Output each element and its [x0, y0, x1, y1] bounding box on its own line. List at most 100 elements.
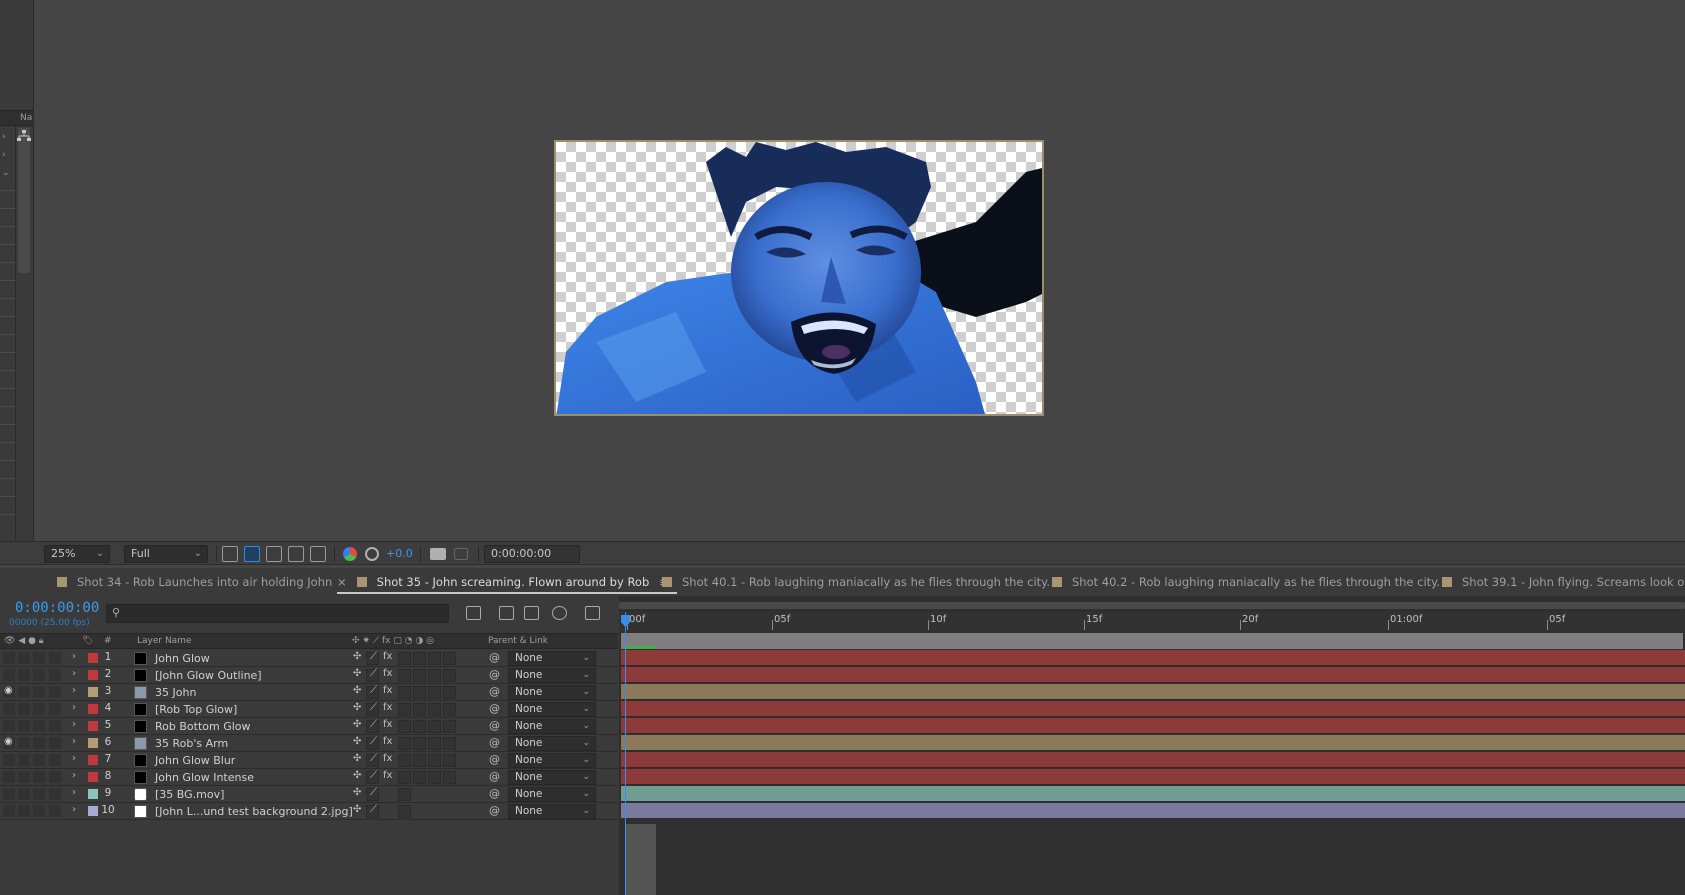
magnification-dropdown[interactable]: 25% ⌄: [44, 545, 110, 563]
effects-switch[interactable]: fx: [383, 753, 392, 764]
quality-switch-icon[interactable]: ⟋: [370, 719, 377, 730]
video-switch[interactable]: [3, 771, 15, 783]
3d-layer-switch[interactable]: [443, 652, 456, 665]
tab-shot-40-1[interactable]: Shot 40.1 - Rob laughing maniacally as h…: [662, 568, 1050, 596]
chevron-right-icon[interactable]: ›: [72, 702, 76, 713]
audio-switch[interactable]: [18, 669, 30, 681]
parent-dropdown[interactable]: None ⌄: [508, 702, 596, 717]
3d-layer-switch[interactable]: [443, 703, 456, 716]
frame-blend-switch[interactable]: [398, 703, 411, 716]
composition-viewer[interactable]: [554, 140, 1044, 416]
quality-switch-icon[interactable]: ⟋: [370, 702, 377, 713]
layer-label-color[interactable]: [88, 670, 98, 680]
shy-switch-icon[interactable]: ✣: [353, 685, 361, 696]
effects-switch[interactable]: fx: [383, 651, 392, 662]
layer-duration-bar[interactable]: [621, 667, 1685, 683]
audio-switch[interactable]: [18, 720, 30, 732]
layer-name[interactable]: [Rob Top Glow]: [155, 703, 237, 716]
layer-name[interactable]: [John L...und test background 2.jpg]: [155, 805, 353, 818]
lock-switch[interactable]: [49, 703, 61, 715]
solo-switch[interactable]: [33, 771, 45, 783]
layer-duration-bar[interactable]: [621, 786, 1685, 802]
lock-switch[interactable]: [49, 720, 61, 732]
flowchart-icon[interactable]: [17, 130, 31, 142]
lock-switch[interactable]: [49, 652, 61, 664]
eye-icon[interactable]: ◉: [4, 736, 13, 747]
layer-search-input[interactable]: ⚲: [106, 604, 449, 623]
solo-switch[interactable]: [33, 754, 45, 766]
chevron-right-icon[interactable]: ›: [2, 150, 6, 160]
layer-duration-bar[interactable]: [621, 735, 1685, 751]
audio-switch[interactable]: [18, 805, 30, 817]
close-icon[interactable]: ×: [337, 575, 347, 589]
lock-switch[interactable]: [49, 669, 61, 681]
parent-dropdown[interactable]: None ⌄: [508, 719, 596, 734]
audio-switch[interactable]: [18, 686, 30, 698]
reset-exposure-icon[interactable]: [365, 547, 379, 561]
playhead-line[interactable]: [625, 612, 626, 895]
layer-name[interactable]: [35 BG.mov]: [155, 788, 224, 801]
resolution-dropdown[interactable]: Full ⌄: [124, 545, 208, 563]
layer-label-color[interactable]: [88, 789, 98, 799]
pick-whip-icon[interactable]: @: [489, 651, 500, 664]
lock-switch[interactable]: [49, 737, 61, 749]
shy-switch-icon[interactable]: ✣: [353, 651, 361, 662]
layer-row[interactable]: › 1 John Glow ✣ ⟋ fx @ None ⌄: [0, 650, 618, 667]
layer-label-color[interactable]: [88, 721, 98, 731]
3d-layer-switch[interactable]: [443, 686, 456, 699]
chevron-right-icon[interactable]: ›: [72, 753, 76, 764]
effects-switch[interactable]: fx: [383, 668, 392, 679]
layer-row[interactable]: › 4 [Rob Top Glow] ✣ ⟋ fx @ None ⌄: [0, 701, 618, 718]
parent-dropdown[interactable]: None ⌄: [508, 685, 596, 700]
video-switch[interactable]: [3, 703, 15, 715]
3d-layer-switch[interactable]: [443, 737, 456, 750]
video-switch[interactable]: [3, 805, 15, 817]
quality-switch-icon[interactable]: ⟋: [370, 668, 377, 679]
lock-switch[interactable]: [49, 771, 61, 783]
mask-visibility-icon[interactable]: [266, 546, 282, 562]
solo-switch[interactable]: [33, 669, 45, 681]
lock-switch[interactable]: [49, 754, 61, 766]
layer-label-color[interactable]: [88, 704, 98, 714]
frame-blend-switch[interactable]: [398, 754, 411, 767]
layer-label-color[interactable]: [88, 738, 98, 748]
layer-name[interactable]: [John Glow Outline]: [155, 669, 262, 682]
pick-whip-icon[interactable]: @: [489, 787, 500, 800]
hide-shy-layers-icon[interactable]: [524, 606, 539, 620]
solo-switch[interactable]: [33, 703, 45, 715]
shy-switch-icon[interactable]: ✣: [353, 787, 361, 798]
solo-switch[interactable]: [33, 686, 45, 698]
layer-name[interactable]: 35 Rob's Arm: [155, 737, 228, 750]
layer-duration-bar[interactable]: [621, 701, 1685, 717]
motion-blur-switch[interactable]: [413, 686, 426, 699]
quality-switch-icon[interactable]: ⟋: [370, 804, 377, 815]
shy-switch-icon[interactable]: ✣: [353, 804, 361, 815]
motion-blur-switch[interactable]: [413, 754, 426, 767]
tab-shot-39-1[interactable]: Shot 39.1 - John flying. Screams look ou…: [1442, 568, 1685, 596]
adjustment-layer-switch[interactable]: [428, 652, 441, 665]
pick-whip-icon[interactable]: @: [489, 702, 500, 715]
chevron-down-icon[interactable]: ⌄: [2, 168, 10, 178]
quality-switch-icon[interactable]: ⟋: [370, 787, 377, 798]
effects-switch[interactable]: fx: [383, 770, 392, 781]
video-switch[interactable]: [3, 788, 15, 800]
layer-row[interactable]: ◉ › 3 35 John ✣ ⟋ fx @ None ⌄: [0, 684, 618, 701]
time-navigator[interactable]: [619, 602, 1685, 609]
solo-switch[interactable]: [33, 720, 45, 732]
frame-blend-switch[interactable]: [398, 771, 411, 784]
chevron-right-icon[interactable]: ›: [72, 736, 76, 747]
layer-name-header[interactable]: Layer Name: [137, 636, 192, 646]
quality-switch-icon[interactable]: ⟋: [370, 685, 377, 696]
layer-duration-bar[interactable]: [621, 684, 1685, 700]
solo-switch[interactable]: [33, 737, 45, 749]
current-time-field[interactable]: 0:00:00:00: [484, 545, 580, 563]
3d-layer-switch[interactable]: [443, 754, 456, 767]
shy-switch-icon[interactable]: ✣: [353, 719, 361, 730]
layer-duration-bar[interactable]: [621, 769, 1685, 785]
layer-row[interactable]: › 7 John Glow Blur ✣ ⟋ fx @ None ⌄: [0, 752, 618, 769]
layer-label-color[interactable]: [88, 687, 98, 697]
audio-switch[interactable]: [18, 703, 30, 715]
composition-flowchart-icon[interactable]: [466, 606, 481, 620]
chevron-right-icon[interactable]: ›: [72, 719, 76, 730]
tab-shot-35[interactable]: × Shot 35 - John screaming. Flown around …: [337, 568, 677, 596]
